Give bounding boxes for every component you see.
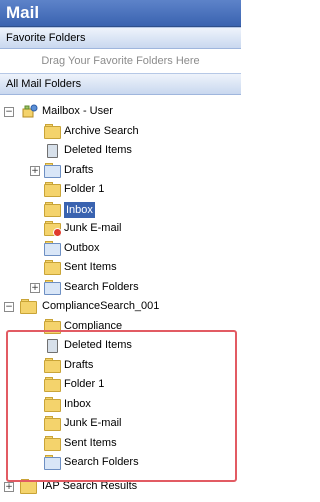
trash-icon	[44, 143, 60, 158]
junk-mail-icon	[44, 221, 62, 237]
tree-item-label: Deleted Items	[64, 144, 132, 156]
tree-item-compliance-search[interactable]: − ComplianceSearch_001	[0, 297, 241, 317]
tree-item-deleted-items[interactable]: Deleted Items	[0, 141, 241, 161]
tree-item-search-folders[interactable]: + Search Folders	[0, 278, 241, 298]
tree-item-drafts[interactable]: + Drafts	[0, 161, 241, 181]
tree-item-inbox[interactable]: Inbox	[0, 200, 241, 220]
folder-icon	[44, 260, 61, 275]
mailbox-icon	[22, 104, 38, 118]
favorite-folders-header[interactable]: Favorite Folders	[0, 27, 241, 49]
tree-item-label: Folder 1	[64, 183, 105, 195]
inbox-icon	[44, 201, 61, 217]
tree-item-label: Drafts	[64, 163, 94, 176]
outbox-icon	[44, 240, 61, 256]
tree-item-archive-search[interactable]: Archive Search	[0, 122, 241, 142]
tree-item-label: Mailbox - User	[42, 105, 113, 117]
tree-item-folder-1[interactable]: Folder 1	[0, 180, 241, 200]
tree-item-junk-email[interactable]: Junk E-mail	[0, 219, 241, 239]
search-folder-icon	[44, 123, 61, 139]
expand-icon[interactable]: +	[30, 282, 40, 293]
tree-item-label: ComplianceSearch_001	[42, 300, 160, 312]
tree-item-label: Search Folders	[64, 280, 139, 293]
folder-icon	[44, 182, 61, 197]
expand-icon[interactable]: +	[4, 481, 14, 492]
tree-item-label: Archive Search	[64, 124, 139, 137]
tree-item-label: Junk E-mail	[64, 222, 122, 234]
highlight-annotation-box	[6, 330, 237, 482]
mail-pane-title: Mail	[0, 0, 241, 27]
tree-item-label: Inbox	[64, 201, 95, 218]
drafts-icon	[44, 162, 61, 178]
collapse-icon[interactable]: −	[4, 302, 14, 312]
tree-item-label: Sent Items	[64, 261, 117, 273]
favorite-folders-drop-hint: Drag Your Favorite Folders Here	[41, 55, 200, 67]
tree-item-sent-items[interactable]: Sent Items	[0, 258, 241, 278]
expand-icon[interactable]: +	[30, 165, 40, 176]
tree-item-mailbox-user[interactable]: − Mailbox - User	[0, 102, 241, 122]
tree-item-label: Outbox	[64, 241, 100, 254]
mailbox-icon	[20, 299, 37, 314]
search-folder-icon	[44, 279, 61, 295]
tree-item-outbox[interactable]: Outbox	[0, 239, 241, 259]
all-mail-folders-header[interactable]: All Mail Folders	[0, 73, 241, 95]
collapse-icon[interactable]: −	[4, 107, 14, 117]
